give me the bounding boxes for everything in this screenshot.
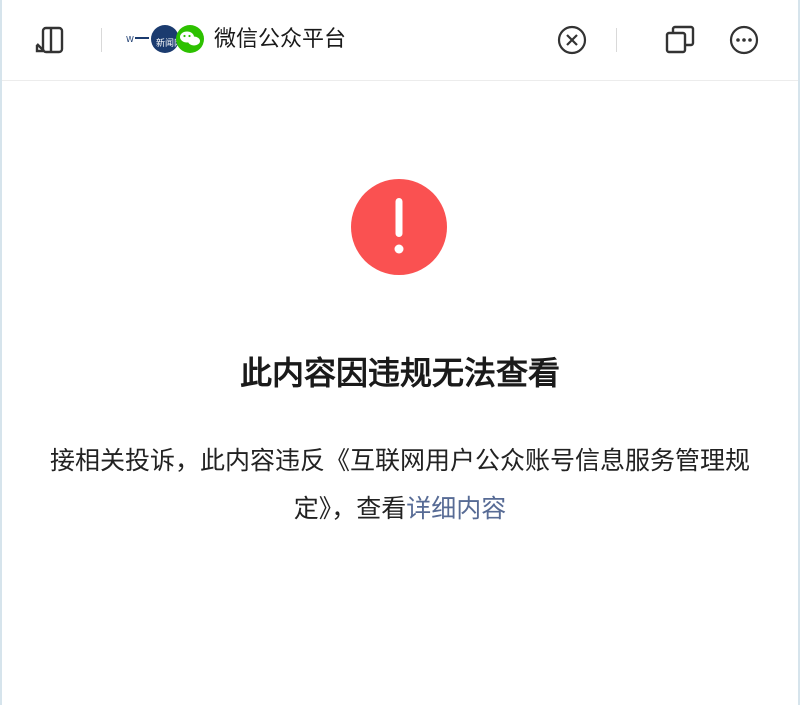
copy-window-icon bbox=[665, 25, 695, 54]
copy-window-button[interactable] bbox=[662, 22, 698, 58]
sidebar-toggle-icon bbox=[35, 26, 64, 54]
more-options-button[interactable] bbox=[726, 22, 762, 58]
top-toolbar: W 新闻网 微信公众平台 bbox=[2, 0, 798, 81]
account-logo: W 新闻网 bbox=[126, 22, 206, 56]
page-title: 此内容因违规无法查看 bbox=[239, 354, 560, 392]
toolbar-divider bbox=[616, 28, 617, 52]
account-logo-icon: W 新闻网 bbox=[126, 25, 204, 53]
description-text: 接相关投诉，此内容违反《互联网用户公众账号信息服务管理规定》，查看 bbox=[50, 446, 751, 523]
close-circle-icon bbox=[557, 25, 587, 55]
warning-icon bbox=[351, 179, 447, 275]
close-page-button[interactable] bbox=[554, 22, 590, 58]
details-link[interactable]: 详细内容 bbox=[406, 494, 506, 523]
warning-icon-container bbox=[351, 179, 447, 275]
app-title: 微信公众平台 bbox=[214, 27, 347, 52]
page-content: 此内容因违规无法查看 接相关投诉，此内容违反《互联网用户公众账号信息服务管理规定… bbox=[2, 81, 798, 705]
logo-brand-text: W bbox=[126, 35, 134, 44]
sidebar-toggle-button[interactable] bbox=[32, 22, 68, 58]
violation-description: 接相关投诉，此内容违反《互联网用户公众账号信息服务管理规定》，查看详细内容 bbox=[50, 437, 750, 533]
browser-window: W 新闻网 微信公众平台 此内容因违规无法查看 接相关投诉，此内容违反《互联网用… bbox=[0, 0, 800, 705]
more-options-icon bbox=[729, 25, 759, 55]
toolbar-divider bbox=[101, 28, 102, 52]
